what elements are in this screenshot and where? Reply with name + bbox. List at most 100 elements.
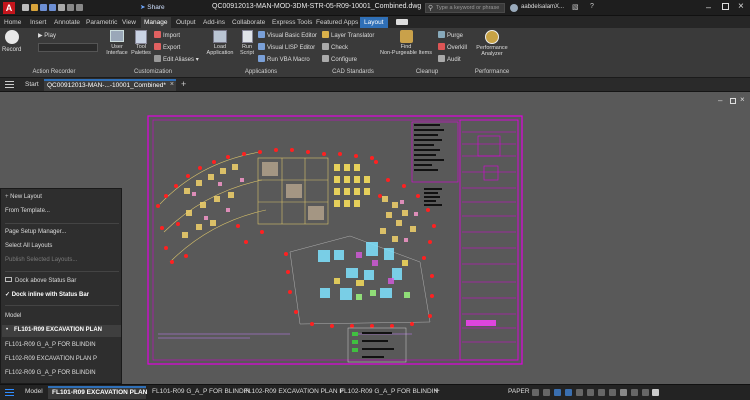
polar-icon[interactable]	[564, 389, 572, 396]
overkill-button[interactable]: Overkill	[438, 43, 467, 51]
drawing-tab[interactable]: QC00912013-MAN-...-10001_Combined* ×	[44, 79, 176, 91]
start-tab[interactable]: Start	[25, 81, 39, 88]
menu-select-all-layouts[interactable]: Select All Layouts	[5, 243, 52, 249]
status-tab[interactable]: FL102-R09 EXCAVATION PLAN P	[244, 388, 344, 395]
menu-layout-item[interactable]: FL102-R09 G_A_P FOR BLINDIN	[5, 370, 96, 376]
performance-analyzer-button[interactable]: Performance Analyzer	[470, 30, 514, 66]
save-icon[interactable]	[40, 4, 47, 11]
share-button[interactable]: ➤ Share	[140, 3, 165, 13]
user-interface-button[interactable]: User Interface	[106, 30, 128, 66]
visual-lisp-editor-button[interactable]: Visual LISP Editor	[258, 43, 315, 51]
search-input[interactable]: ⚲ Type a keyword or phrase	[425, 3, 505, 13]
audit-button[interactable]: Audit	[438, 55, 461, 63]
edit-aliases-icon	[154, 55, 161, 62]
purge-icon	[438, 31, 445, 38]
maximize-icon[interactable]	[722, 3, 729, 10]
tab-parametric[interactable]: Parametric	[86, 17, 117, 28]
panel-label-performance: Performance	[474, 69, 510, 75]
new-tab-icon[interactable]: +	[181, 79, 186, 89]
configure-icon	[322, 55, 329, 62]
quick-access-toolbar[interactable]	[22, 4, 138, 12]
layer-translator-button[interactable]: Layer Translator	[322, 31, 374, 39]
title-bar: A ➤ Share QC00912013-MAN-MOD-3DM-STR-05-…	[0, 0, 750, 16]
search-icon: ⚲	[428, 5, 434, 12]
undo-icon[interactable]	[67, 4, 74, 11]
export-button[interactable]: Export	[154, 43, 180, 51]
autocad-logo-icon[interactable]: A	[3, 2, 15, 14]
overkill-icon	[438, 43, 445, 50]
purge-button[interactable]: Purge	[438, 31, 463, 39]
menu-dock-inline[interactable]: ✓ Dock inline with Status Bar	[5, 291, 89, 298]
load-application-button[interactable]: Load Application	[202, 30, 238, 66]
edit-aliases-button[interactable]: Edit Aliases ▾	[154, 55, 199, 63]
play-button[interactable]: ▶ Play	[38, 32, 56, 39]
close-tab-icon[interactable]: ×	[170, 81, 174, 88]
fullscreen-icon[interactable]	[641, 389, 649, 396]
bullet-icon: •	[6, 327, 9, 333]
print-icon[interactable]	[58, 4, 65, 11]
menu-dock-above[interactable]: Dock above Status Bar	[5, 277, 76, 284]
cart-icon[interactable]: ▧	[572, 3, 579, 11]
redo-icon[interactable]	[76, 4, 83, 11]
grid-icon[interactable]	[532, 389, 539, 396]
status-tab-model[interactable]: Model	[25, 388, 43, 395]
action-macro-dropdown[interactable]	[38, 43, 98, 52]
save-as-icon[interactable]	[49, 4, 56, 11]
tab-collaborate[interactable]: Collaborate	[232, 17, 265, 28]
panel-label-action-recorder: Action Recorder	[32, 69, 76, 75]
help-icon[interactable]: ?	[590, 3, 594, 10]
close-icon[interactable]: ×	[738, 1, 744, 12]
menu-from-template[interactable]: From Template...	[5, 208, 50, 214]
menu-new-layout[interactable]: + New Layout	[5, 194, 42, 200]
menu-layout-item[interactable]: FL101-R09 G_A_P FOR BLINDIN	[5, 342, 96, 348]
hamburger-menu-icon[interactable]	[5, 81, 14, 88]
add-layout-icon[interactable]: +	[434, 386, 440, 397]
layout-list-menu-icon[interactable]	[5, 389, 14, 396]
tab-add-ins[interactable]: Add-ins	[203, 17, 225, 28]
status-tab[interactable]: FL102-R09 G_A_P FOR BLINDIN	[340, 388, 438, 395]
import-button[interactable]: Import	[154, 31, 180, 39]
ortho-icon[interactable]	[553, 389, 561, 396]
configure-button[interactable]: Configure	[322, 55, 357, 63]
plus-icon[interactable]	[630, 389, 638, 396]
snap-icon[interactable]	[542, 389, 550, 396]
tab-annotate[interactable]: Annotate	[54, 17, 80, 28]
tab-home[interactable]: Home	[4, 17, 21, 28]
workspace-gear-icon[interactable]	[619, 389, 627, 396]
status-tab-active[interactable]: FL101-R09 EXCAVATION PLAN	[48, 386, 147, 399]
user-name[interactable]: aabdelsalamX...	[521, 4, 564, 10]
tab-insert[interactable]: Insert	[30, 17, 46, 28]
tool-palettes-button[interactable]: Tool Palettes	[130, 30, 152, 66]
ribbon-options-icon[interactable]	[396, 19, 408, 25]
tab-manage[interactable]: Manage	[141, 17, 171, 28]
check-button[interactable]: Check	[322, 43, 348, 51]
tab-layout[interactable]: Layout	[360, 17, 388, 28]
paper-mode-toggle[interactable]: PAPER	[508, 388, 530, 395]
tab-view[interactable]: View	[122, 17, 136, 28]
run-vba-macro-button[interactable]: Run VBA Macro	[258, 55, 310, 63]
open-file-icon[interactable]	[31, 4, 38, 11]
minimize-icon[interactable]: –	[706, 2, 711, 12]
tab-output[interactable]: Output	[176, 17, 196, 28]
menu-layout-model[interactable]: Model	[5, 313, 21, 319]
find-nonpurgeable-button[interactable]: Find Non-Purgeable Items	[378, 30, 434, 66]
run-script-button[interactable]: Run Script	[238, 30, 256, 66]
user-avatar-icon[interactable]	[510, 4, 518, 12]
customize-status-icon[interactable]	[652, 389, 660, 396]
selection-cycling-icon[interactable]	[597, 389, 605, 396]
layout-context-menu: + New Layout From Template... Page Setup…	[0, 188, 122, 384]
osnap-icon[interactable]	[575, 389, 583, 396]
menu-layout-item[interactable]: FL102-R09 EXCAVATION PLAN P	[5, 356, 97, 362]
tab-express-tools[interactable]: Express Tools	[272, 17, 312, 28]
tab-featured-apps[interactable]: Featured Apps	[316, 17, 358, 28]
visual-basic-editor-button[interactable]: Visual Basic Editor	[258, 31, 317, 39]
drawing-canvas[interactable]: – × + New Layout From Template... Page S…	[0, 92, 750, 384]
new-file-icon[interactable]	[22, 4, 29, 11]
menu-layout-active-row[interactable]: • FL101-R09 EXCAVATION PLAN	[2, 325, 121, 337]
record-button[interactable]: Record	[2, 30, 22, 60]
lineweight-icon[interactable]	[586, 389, 594, 396]
annotation-scale-icon[interactable]	[608, 389, 616, 396]
menu-page-setup-manager[interactable]: Page Setup Manager...	[5, 229, 66, 235]
status-tab[interactable]: FL101-R09 G_A_P FOR BLINDIN	[152, 388, 250, 395]
audit-icon	[438, 55, 445, 62]
